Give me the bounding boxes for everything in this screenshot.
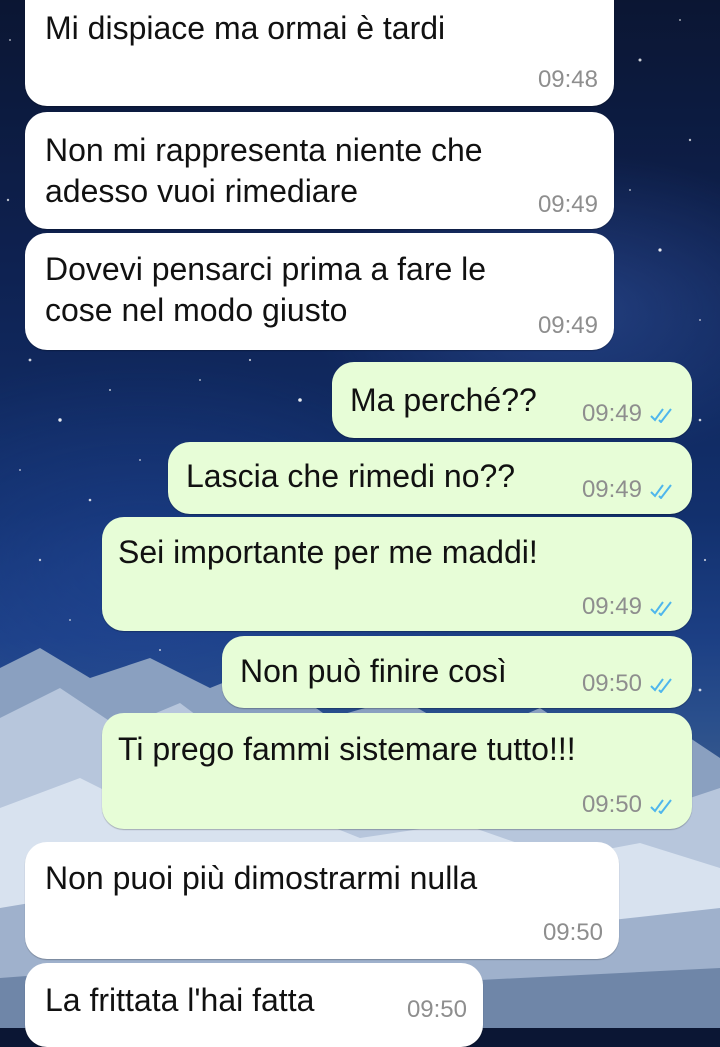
outgoing-message[interactable]: Ma perché?? 09:49 xyxy=(332,362,692,438)
incoming-message[interactable]: Dovevi pensarci prima a fare le cose nel… xyxy=(25,233,614,350)
message-time: 09:50 xyxy=(406,996,467,1023)
message-meta: 09:49 xyxy=(582,400,676,428)
message-text: Lascia che rimedi no?? xyxy=(186,458,516,494)
message-text: Mi dispiace ma ormai è tardi xyxy=(45,10,446,46)
message-time: 09:49 xyxy=(537,191,598,218)
outgoing-message[interactable]: Lascia che rimedi no?? 09:49 xyxy=(168,442,692,514)
outgoing-message[interactable]: Sei importante per me maddi! 09:49 xyxy=(102,517,692,631)
message-time: 09:50 xyxy=(542,919,603,946)
double-check-icon xyxy=(650,600,676,616)
message-meta: 09:50 xyxy=(582,791,676,819)
message-text: Dovevi pensarci prima a fare le xyxy=(45,251,487,287)
double-check-icon xyxy=(650,677,676,693)
message-time: 09:50 xyxy=(581,791,642,818)
outgoing-message[interactable]: Ti prego fammi sistemare tutto!!! 09:50 xyxy=(102,713,692,829)
message-text: Ma perché?? xyxy=(350,382,537,418)
message-meta: 09:49 xyxy=(582,476,676,504)
double-check-icon xyxy=(650,407,676,423)
incoming-message[interactable]: Non puoi più dimostrarmi nulla 09:50 xyxy=(25,842,619,959)
message-time: 09:48 xyxy=(537,66,598,93)
message-text: Non puoi più dimostrarmi nulla xyxy=(45,860,478,896)
double-check-icon xyxy=(650,798,676,814)
outgoing-message[interactable]: Non può finire così 09:50 xyxy=(222,636,692,708)
message-time: 09:49 xyxy=(581,593,642,620)
message-time: 09:49 xyxy=(581,400,642,427)
message-text: Ti prego fammi sistemare tutto!!! xyxy=(118,731,576,767)
message-time: 09:50 xyxy=(581,670,642,697)
message-time: 09:49 xyxy=(537,312,598,339)
incoming-message[interactable]: Non mi rappresenta niente che adesso vuo… xyxy=(25,112,614,229)
incoming-message[interactable]: Mi dispiace ma ormai è tardi 09:48 xyxy=(25,0,614,106)
message-meta: 09:49 xyxy=(582,593,676,621)
double-check-icon xyxy=(650,483,676,499)
message-text: Sei importante per me maddi! xyxy=(118,534,538,570)
message-text: cose nel modo giusto xyxy=(45,292,348,328)
message-text: La frittata l'hai fatta xyxy=(45,982,315,1018)
message-time: 09:49 xyxy=(581,476,642,503)
message-text: Non può finire così xyxy=(240,653,507,689)
message-text: adesso vuoi rimediare xyxy=(45,173,359,209)
message-meta: 09:50 xyxy=(582,670,676,698)
incoming-message[interactable]: La frittata l'hai fatta 09:50 xyxy=(25,963,483,1047)
message-text: Non mi rappresenta niente che xyxy=(45,132,483,168)
chat-message-list[interactable]: Mi dispiace ma ormai è tardi 09:48 Non m… xyxy=(0,0,720,1047)
